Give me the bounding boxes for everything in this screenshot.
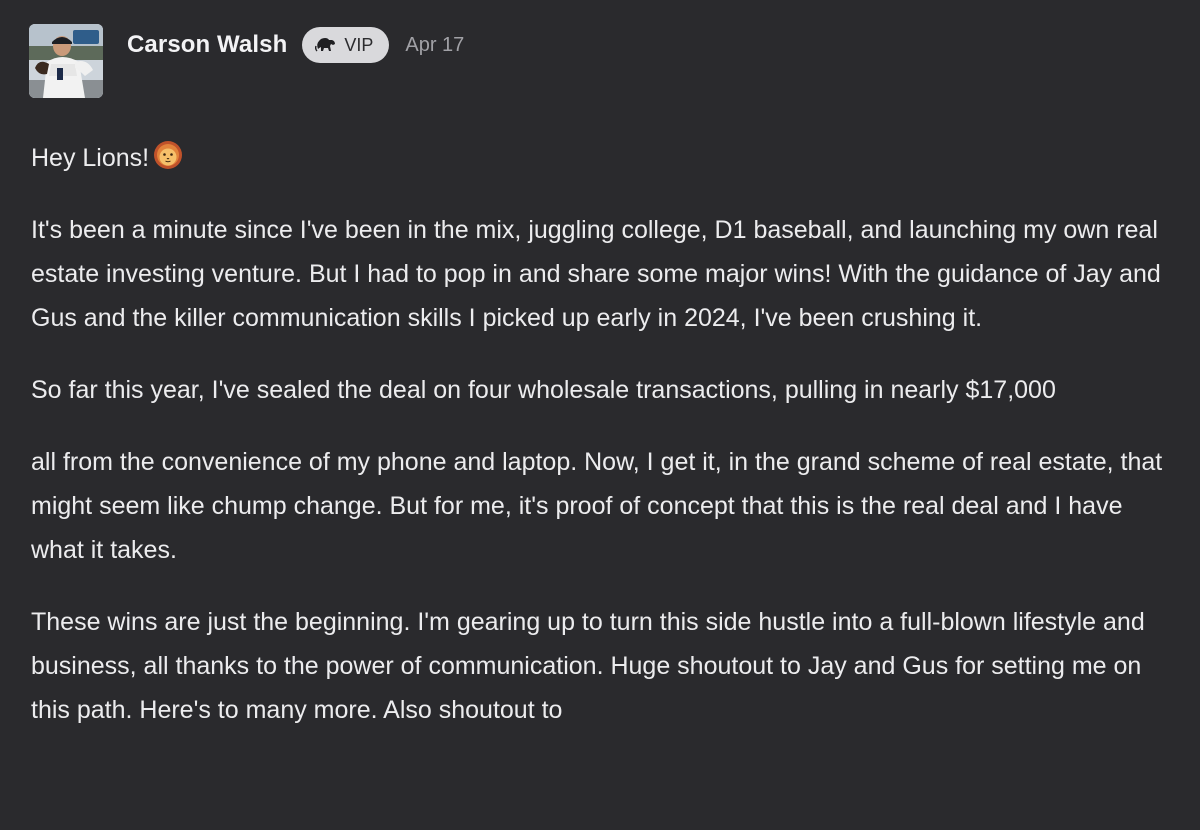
lion-icon xyxy=(315,35,337,55)
avatar[interactable] xyxy=(29,24,103,98)
post-paragraph: So far this year, I've sealed the deal o… xyxy=(31,376,1056,404)
post-paragraph: These wins are just the beginning. I'm g… xyxy=(31,608,1145,724)
avatar-photo xyxy=(29,24,103,98)
post-body: Hey Lions! It's been a minute since I've… xyxy=(31,136,1171,760)
post-paragraph: all from the convenience of my phone and… xyxy=(31,448,1163,564)
post-header: Carson Walsh VIP Apr 17 xyxy=(29,24,464,98)
post-paragraph: It's been a minute since I've been in th… xyxy=(31,216,1161,332)
lion-face-emoji xyxy=(153,140,183,170)
post-meta: Carson Walsh VIP Apr 17 xyxy=(127,26,464,64)
vip-badge: VIP xyxy=(302,27,390,63)
author-name[interactable]: Carson Walsh xyxy=(127,31,287,59)
post-date[interactable]: Apr 17 xyxy=(405,34,464,57)
badge-label: VIP xyxy=(344,34,374,55)
greeting-paragraph: Hey Lions! xyxy=(31,136,1171,180)
greeting-text: Hey Lions! xyxy=(31,144,150,172)
community-post: Carson Walsh VIP Apr 17 Hey Lions! It's … xyxy=(0,0,1200,830)
